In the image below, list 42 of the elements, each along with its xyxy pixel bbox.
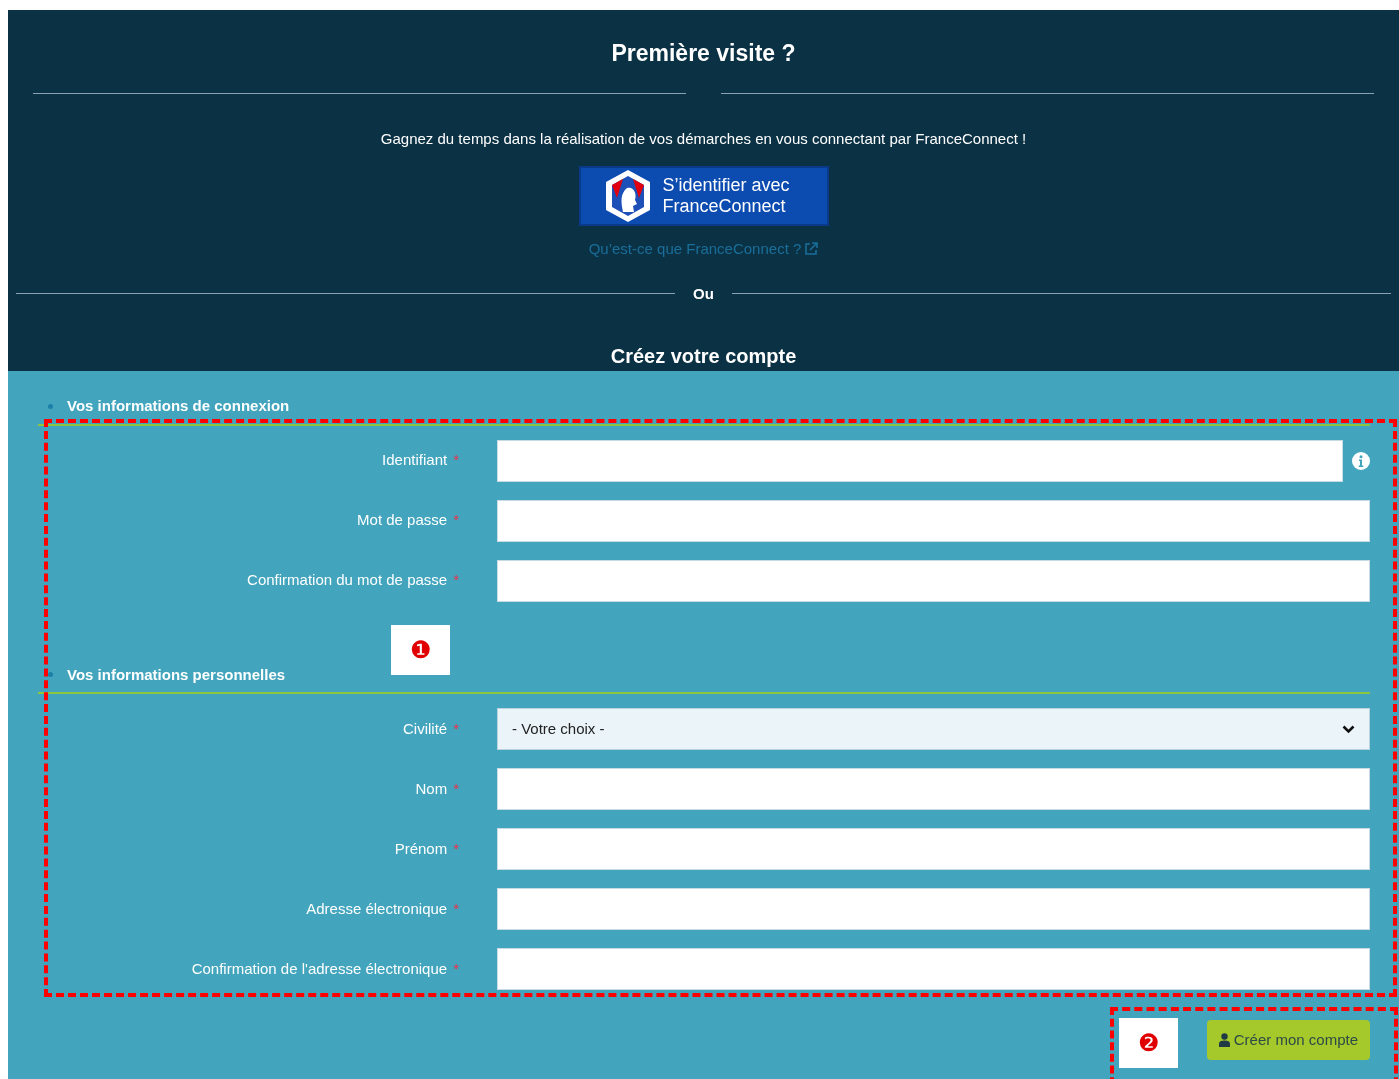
- intro-text: Gagnez du temps dans la réalisation de vos démarches en vous connectant par FranceConnect !: [380, 128, 1027, 149]
- bullet-icon: [48, 672, 53, 678]
- input-field[interactable]: [497, 439, 1343, 482]
- external-link-icon: [804, 242, 819, 257]
- create-account-button[interactable]: Créer mon compte: [1206, 1020, 1370, 1060]
- required-mark: *: [453, 958, 459, 979]
- bullet-icon: [48, 403, 53, 409]
- field-label: Civilité: [402, 718, 448, 739]
- annotation-badge: ❶: [391, 625, 450, 675]
- select-field[interactable]: - Votre choix -: [497, 708, 1370, 750]
- input-field[interactable]: [497, 768, 1370, 810]
- field-label: Identifiant: [382, 450, 448, 471]
- input-field[interactable]: [497, 499, 1370, 542]
- section-title: Vos informations personnelles: [67, 664, 286, 685]
- user-icon: [1218, 1033, 1230, 1047]
- required-mark: *: [453, 898, 459, 919]
- input-field[interactable]: [497, 888, 1370, 930]
- section-title: Vos informations de connexion: [67, 396, 290, 416]
- input-field[interactable]: [497, 828, 1370, 870]
- page-title: Première visite ?: [611, 39, 796, 68]
- info-icon[interactable]: [1352, 451, 1370, 470]
- input-field[interactable]: [497, 559, 1370, 602]
- field-label: Adresse électronique: [306, 898, 448, 919]
- annotation-badge: ❷: [1119, 1018, 1178, 1068]
- form-title: Créez votre compte: [610, 344, 797, 369]
- chevron-down-icon: [1342, 724, 1355, 734]
- required-mark: *: [453, 838, 459, 859]
- field-label: Confirmation de l'adresse électronique: [191, 958, 448, 979]
- input-field[interactable]: [497, 948, 1370, 990]
- field-label: Confirmation du mot de passe: [247, 570, 448, 591]
- field-label: Mot de passe: [357, 510, 448, 531]
- required-mark: *: [453, 778, 459, 799]
- franceconnect-button[interactable]: S’identifier avec FranceConnect: [578, 166, 829, 226]
- button-text: S’identifier avec: [662, 175, 790, 196]
- button-text: FranceConnect: [662, 196, 786, 217]
- separator-text: Ou: [693, 283, 714, 304]
- required-mark: *: [453, 510, 459, 531]
- field-label: Nom: [415, 778, 448, 799]
- field-label: Prénom: [394, 838, 448, 859]
- required-mark: *: [453, 570, 459, 591]
- required-mark: *: [453, 450, 459, 471]
- required-mark: *: [453, 718, 459, 739]
